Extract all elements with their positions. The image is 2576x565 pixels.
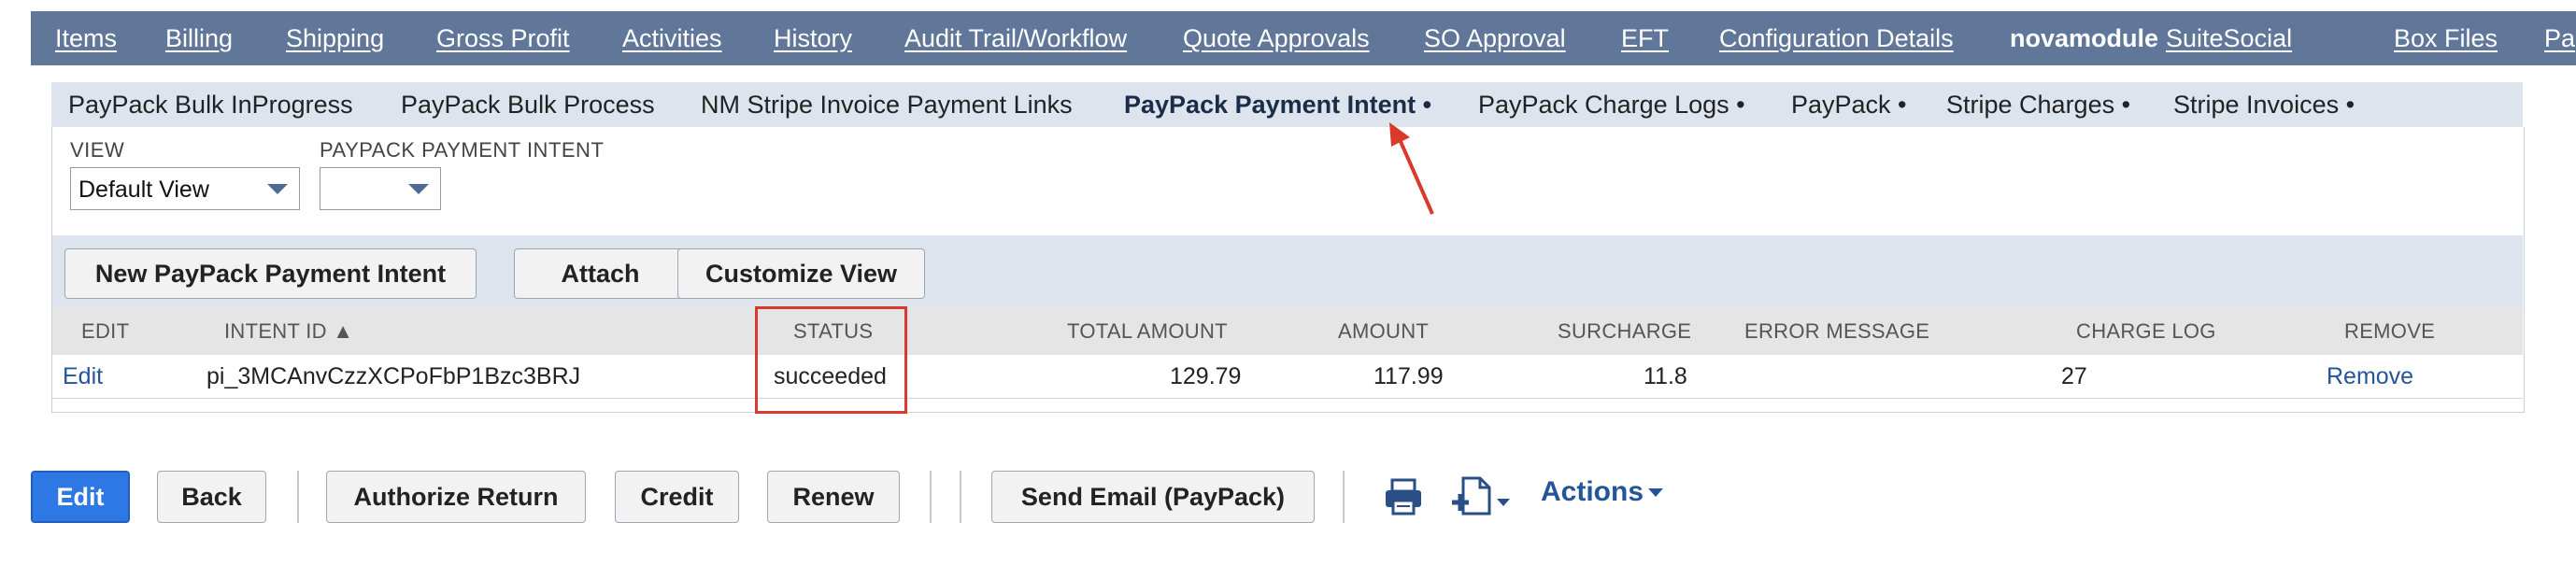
chevron-down-icon [408, 184, 429, 194]
charge-log-cell: 27 [2061, 363, 2087, 389]
send-email-paypack-button[interactable]: Send Email (PayPack) [991, 471, 1315, 523]
attach-button[interactable]: Attach [514, 248, 687, 299]
printer-icon[interactable] [1383, 476, 1424, 517]
nav-tab-configuration-details[interactable]: Configuration Details [1719, 11, 1954, 65]
table-header: EDIT INTENT ID ▲ STATUS TOTAL AMOUNT AMO… [52, 308, 2523, 355]
nav-tab-shipping[interactable]: Shipping [286, 11, 384, 65]
chevron-down-icon[interactable] [1646, 487, 1665, 500]
annotation-arrow-icon [1389, 122, 1434, 215]
table-row: Edit pi_3MCAnvCzzXCPoFbP1Bzc3BRJ succeed… [52, 355, 2523, 399]
paypack-payment-intent-label: PAYPACK PAYMENT INTENT [320, 138, 605, 162]
divider [1343, 471, 1345, 523]
subtab-paypack-bulk-inprogress[interactable]: PayPack Bulk InProgress [68, 82, 353, 127]
nav-tab-history[interactable]: History [774, 11, 852, 65]
edit-link[interactable]: Edit [63, 355, 103, 398]
nav-tab-box-files[interactable]: Box Files [2394, 11, 2498, 65]
nav-tab-suitesocial[interactable]: SuiteSocial [2166, 11, 2292, 65]
nav-tab-gross-profit[interactable]: Gross Profit [436, 11, 570, 65]
nav-tab-so-approval[interactable]: SO Approval [1424, 11, 1566, 65]
renew-button[interactable]: Renew [767, 471, 900, 523]
nav-tab-activities[interactable]: Activities [622, 11, 722, 65]
column-header-remove: REMOVE [2344, 319, 2436, 343]
column-header-edit: EDIT [81, 319, 130, 343]
column-header-charge-log[interactable]: CHARGE LOG [2076, 308, 2216, 355]
edit-button[interactable]: Edit [31, 471, 130, 523]
total-amount-cell: 129.79 [1170, 363, 1242, 389]
view-select-value: Default View [78, 177, 209, 203]
nav-tab-more[interactable]: Pa [2544, 11, 2575, 65]
status-highlight-box [755, 306, 907, 414]
view-label: VIEW [70, 138, 125, 162]
chevron-down-icon [267, 184, 288, 194]
divider [930, 471, 932, 523]
surcharge-cell: 11.8 [1644, 363, 1687, 389]
credit-button[interactable]: Credit [615, 471, 739, 523]
subtab-stripe-charges[interactable]: Stripe Charges • [1946, 82, 2130, 127]
nav-tab-audit-trail[interactable]: Audit Trail/Workflow [904, 11, 1127, 65]
subtab-paypack[interactable]: PayPack • [1791, 82, 1907, 127]
nav-tab-quote-approvals[interactable]: Quote Approvals [1183, 11, 1370, 65]
authorize-return-button[interactable]: Authorize Return [326, 471, 586, 523]
amount-cell: 117.99 [1373, 363, 1444, 389]
divider [960, 471, 961, 523]
nav-tab-eft[interactable]: EFT [1621, 11, 1669, 65]
nav-tab-billing[interactable]: Billing [165, 11, 233, 65]
column-header-surcharge[interactable]: SURCHARGE [1558, 308, 1691, 355]
top-navigation-bar: Items Billing Shipping Gross Profit Acti… [31, 11, 2576, 65]
subtab-bar: PayPack Bulk InProgress PayPack Bulk Pro… [51, 82, 2523, 127]
nav-tab-items[interactable]: Items [55, 11, 117, 65]
back-button[interactable]: Back [157, 471, 266, 523]
subtab-nm-stripe-invoice-payment-links[interactable]: NM Stripe Invoice Payment Links [701, 82, 1073, 127]
paypack-payment-intent-select[interactable] [320, 167, 441, 210]
document-plus-icon[interactable] [1448, 474, 1514, 519]
column-header-amount[interactable]: AMOUNT [1338, 308, 1429, 355]
divider [297, 471, 299, 523]
actions-menu[interactable]: Actions [1541, 476, 1644, 508]
column-header-total-amount[interactable]: TOTAL AMOUNT [1067, 308, 1228, 355]
subtab-paypack-charge-logs[interactable]: PayPack Charge Logs • [1478, 82, 1745, 127]
new-paypack-payment-intent-button[interactable]: New PayPack Payment Intent [64, 248, 477, 299]
subtab-stripe-invoices[interactable]: Stripe Invoices • [2173, 82, 2355, 127]
column-header-error-message[interactable]: ERROR MESSAGE [1744, 308, 1929, 355]
view-select[interactable]: Default View [70, 167, 300, 210]
customize-view-button[interactable]: Customize View [677, 248, 925, 299]
subtab-paypack-bulk-process[interactable]: PayPack Bulk Process [401, 82, 655, 127]
active-tab-indicator [2072, 54, 2099, 65]
intent-id-cell: pi_3MCAnvCzzXCPoFbP1Bzc3BRJ [206, 363, 581, 389]
column-header-intent-id[interactable]: INTENT ID ▲ [224, 308, 353, 355]
remove-link[interactable]: Remove [2327, 355, 2413, 398]
